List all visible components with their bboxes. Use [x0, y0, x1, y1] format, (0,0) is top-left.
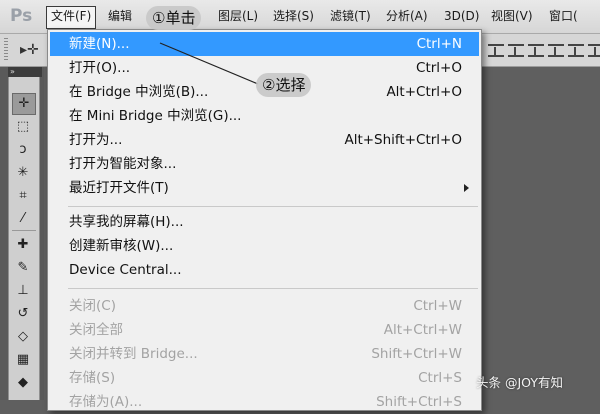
menu-window[interactable]: 窗口( [545, 6, 582, 27]
menu-item-label: 关闭(C) [69, 298, 116, 314]
menu-item-device-central[interactable]: Device Central... [48, 258, 479, 282]
menu-item-label: 存储(S) [69, 370, 116, 386]
menu-item-shortcut: Ctrl+S [418, 370, 462, 386]
menu-item-browse-in-mini-bridge[interactable]: 在 Mini Bridge 中浏览(G)... [48, 104, 479, 128]
photoshop-logo: Ps [10, 6, 33, 26]
clone-stamp-tool-icon[interactable]: ⊥ [12, 281, 34, 301]
menu-item-shortcut: Alt+Shift+Ctrl+O [344, 132, 462, 148]
tools-divider [12, 230, 36, 231]
menu-item-label: 存储为(A)... [69, 394, 143, 410]
watermark: 头条 @JOY有知 [476, 375, 563, 390]
menu-item-label: 打开(O)... [69, 60, 131, 76]
move-tool-options-icon[interactable]: ▸✛ [20, 42, 39, 58]
magic-wand-tool-icon[interactable]: ✳ [12, 163, 34, 183]
menu-item-shortcut: Shift+Ctrl+W [371, 346, 462, 362]
eraser-tool-icon[interactable]: ◇ [12, 327, 34, 347]
menu-item-label: 打开为智能对象... [69, 156, 177, 172]
blur-tool-icon[interactable]: ◆ [12, 373, 34, 393]
eyedropper-tool-icon[interactable]: ⁄ [12, 209, 34, 229]
menu-edit[interactable]: 编辑 [104, 6, 136, 27]
menu-item-close-and-go-to-bridge[interactable]: 关闭并转到 Bridge... Shift+Ctrl+W [48, 342, 479, 366]
menu-item-shortcut: Ctrl+O [416, 60, 462, 76]
menu-item-close-all[interactable]: 关闭全部 Alt+Ctrl+W [48, 318, 479, 342]
align-center-icon[interactable] [568, 44, 584, 57]
menu-analysis[interactable]: 分析(A) [382, 6, 432, 27]
crop-tool-icon[interactable]: ⌗ [12, 186, 34, 206]
menu-item-shortcut: Alt+Ctrl+O [386, 84, 462, 100]
options-bar-grip[interactable] [4, 38, 8, 62]
menu-filter[interactable]: 滤镜(T) [326, 6, 375, 27]
menu-item-open-as[interactable]: 打开为... Alt+Shift+Ctrl+O [48, 128, 479, 152]
menu-item-label: 创建新审核(W)... [69, 238, 174, 254]
align-right-icon[interactable] [588, 44, 600, 57]
align-bottom-icon[interactable] [528, 44, 544, 57]
menu-item-shortcut: Shift+Ctrl+S [376, 394, 462, 410]
menu-layer[interactable]: 图层(L) [214, 6, 262, 27]
tools-panel-collapse[interactable]: » [8, 67, 42, 77]
tools-panel: » ✛ ⬚ ↄ ✳ ⌗ ⁄ ✚ ✎ ⊥ ↺ ◇ ▦ ◆ [0, 67, 44, 400]
healing-brush-tool-icon[interactable]: ✚ [12, 235, 34, 255]
menu-item-label: 关闭并转到 Bridge... [69, 346, 198, 362]
menu-separator [68, 206, 478, 207]
annotation-step-2: ②选择 [256, 73, 312, 97]
menu-item-open-as-smart-object[interactable]: 打开为智能对象... [48, 152, 479, 176]
menu-3d[interactable]: 3D(D) [440, 6, 483, 27]
menu-item-save-as[interactable]: 存储为(A)... Shift+Ctrl+S [48, 390, 479, 414]
menu-item-label: 最近打开文件(T) [69, 180, 169, 196]
align-top-icon[interactable] [488, 44, 504, 57]
move-tool-icon[interactable]: ✛ [12, 93, 36, 115]
menu-select[interactable]: 选择(S) [269, 6, 318, 27]
menu-item-create-new-review[interactable]: 创建新审核(W)... [48, 234, 479, 258]
marquee-tool-icon[interactable]: ⬚ [12, 117, 34, 137]
brush-tool-icon[interactable]: ✎ [12, 258, 34, 278]
menu-item-label: 在 Mini Bridge 中浏览(G)... [69, 108, 242, 124]
menu-view[interactable]: 视图(V) [487, 6, 537, 27]
menu-item-shortcut: Ctrl+W [413, 298, 462, 314]
menu-item-recent-files[interactable]: 最近打开文件(T) [48, 176, 479, 200]
align-middle-icon[interactable] [508, 44, 524, 57]
menu-item-label: 新建(N)... [69, 36, 130, 52]
align-icons-group [488, 44, 600, 57]
menu-item-label: 打开为... [69, 132, 123, 148]
annotation-step-1: ①单击 [146, 6, 202, 30]
menu-item-label: 在 Bridge 中浏览(B)... [69, 84, 209, 100]
align-left-icon[interactable] [548, 44, 564, 57]
menu-separator [68, 288, 478, 289]
menu-item-save[interactable]: 存储(S) Ctrl+S [48, 366, 479, 390]
history-brush-tool-icon[interactable]: ↺ [12, 304, 34, 324]
menu-file[interactable]: 文件(F) [46, 6, 97, 29]
menu-item-new[interactable]: 新建(N)... Ctrl+N [50, 32, 479, 56]
menu-item-close[interactable]: 关闭(C) Ctrl+W [48, 294, 479, 318]
menu-item-shortcut: Alt+Ctrl+W [383, 322, 462, 338]
menu-item-label: Device Central... [69, 262, 182, 278]
submenu-arrow-icon [464, 184, 469, 192]
gradient-tool-icon[interactable]: ▦ [12, 350, 34, 370]
lasso-tool-icon[interactable]: ↄ [12, 140, 34, 160]
menu-item-label: 关闭全部 [69, 322, 123, 338]
menu-item-label: 共享我的屏幕(H)... [69, 214, 184, 230]
menu-item-share-my-screen[interactable]: 共享我的屏幕(H)... [48, 210, 479, 234]
menu-item-shortcut: Ctrl+N [416, 36, 462, 52]
